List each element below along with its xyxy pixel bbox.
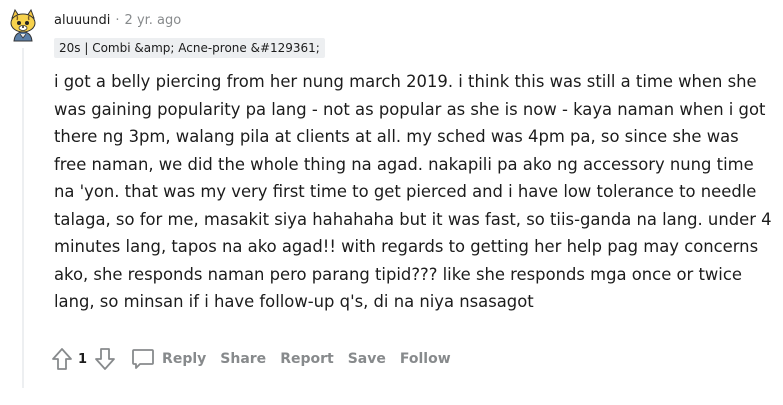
downvote-arrow-icon: [95, 348, 115, 370]
save-button[interactable]: Save: [348, 345, 386, 373]
vote-score: 1: [78, 351, 88, 367]
report-button[interactable]: Report: [280, 345, 334, 373]
downvote-button[interactable]: [93, 345, 117, 373]
thread-line[interactable]: [22, 48, 24, 388]
reply-button[interactable]: Reply: [131, 345, 206, 373]
snoo-avatar-icon[interactable]: [6, 8, 40, 42]
speech-bubble-icon: [132, 349, 154, 369]
meta-separator: ·: [115, 13, 120, 28]
username[interactable]: aluuundi: [54, 13, 110, 28]
upvote-button[interactable]: [50, 345, 74, 373]
user-flair: 20s | Combi &amp; Acne-prone &#129361;: [54, 38, 325, 58]
comment-action-bar: 1 Reply Share Report Save Follow: [50, 344, 451, 374]
timestamp[interactable]: 2 yr. ago: [125, 13, 182, 28]
upvote-arrow-icon: [52, 348, 72, 370]
comment: aluuundi · 2 yr. ago 20s | Combi &amp; Acn…: [0, 0, 783, 405]
share-button[interactable]: Share: [220, 345, 266, 373]
comment-body: i got a belly piercing from her nung mar…: [54, 72, 772, 311]
follow-label: Follow: [399, 351, 451, 367]
report-label: Report: [280, 351, 334, 367]
follow-button[interactable]: Follow: [400, 345, 451, 373]
reply-label: Reply: [162, 351, 207, 367]
save-label: Save: [347, 351, 386, 367]
share-label: Share: [220, 351, 267, 367]
comment-header: aluuundi · 2 yr. ago: [54, 11, 181, 31]
